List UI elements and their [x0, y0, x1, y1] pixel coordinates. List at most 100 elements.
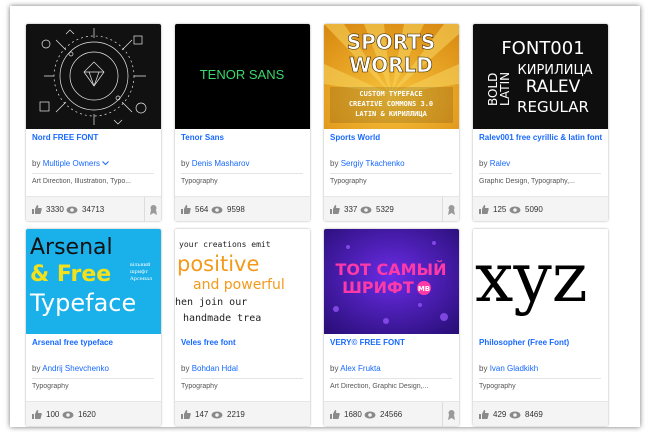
- thumbnail-text: BOLD: [486, 73, 500, 106]
- owner-link[interactable]: Denis Masharov: [192, 159, 250, 168]
- project-owner: by Ivan Gladkikh: [479, 364, 603, 373]
- thumbnail-text: hen join our: [175, 297, 247, 308]
- project-thumbnail[interactable]: Arsenal & Free вільний шрифт Арсенал Typ…: [26, 229, 161, 334]
- appreciations-count: 1680: [344, 410, 362, 419]
- owner-link[interactable]: Sergiy Tkachenko: [341, 159, 405, 168]
- project-fields: Art Direction, Graphic Design,...: [330, 383, 429, 390]
- thumbnail-text: Арсенал: [130, 276, 152, 282]
- owner-link[interactable]: Bohdan Hdal: [192, 364, 238, 373]
- thumbnail-text: handmade trea: [183, 313, 261, 324]
- featured-badge: [442, 402, 459, 426]
- project-card[interactable]: your creations emit positive and powerfu…: [175, 229, 310, 426]
- project-title[interactable]: Veles free font: [181, 338, 305, 348]
- thumbs-up-icon: [479, 205, 489, 214]
- project-stats: 429 8469: [473, 401, 608, 426]
- project-fields: Typography: [32, 383, 69, 390]
- project-owner: by Multiple Owners: [32, 159, 156, 168]
- project-thumbnail[interactable]: SPORTS WORLD CUSTOM TYPEFACE CREATIVE CO…: [324, 24, 459, 129]
- owner-link[interactable]: Multiple Owners: [43, 159, 100, 168]
- appreciations-stat: 429: [479, 410, 506, 419]
- divider: [32, 378, 154, 379]
- project-card[interactable]: TENOR SANS Tenor Sans by Denis Masharov …: [175, 24, 310, 221]
- thumbnail-text: SPORTS: [347, 30, 436, 54]
- project-card[interactable]: xyz Philosopher (Free Font) by Ivan Glad…: [473, 229, 608, 426]
- divider: [479, 378, 601, 379]
- views-stat: 5329: [360, 205, 394, 214]
- thumbs-up-icon: [181, 205, 191, 214]
- divider: [181, 173, 303, 174]
- views-stat: 1620: [62, 410, 96, 419]
- thumbnail-text: FONT001: [501, 38, 584, 59]
- by-label: by: [330, 364, 339, 373]
- thumbnail-text: МВ: [418, 285, 430, 293]
- appreciations-stat: 337: [330, 205, 357, 214]
- project-fields: Typography: [330, 178, 367, 185]
- project-stats: 564 9598: [175, 196, 310, 221]
- project-thumbnail[interactable]: xyz: [473, 229, 608, 334]
- thumbs-up-icon: [479, 410, 489, 419]
- eye-icon: [211, 411, 223, 418]
- project-title[interactable]: Nord FREE FONT: [32, 133, 156, 143]
- project-stats: 3330 34713: [26, 196, 161, 221]
- ribbon-icon: [149, 205, 157, 215]
- thumbnail-text: LATIN: [498, 72, 512, 106]
- project-card[interactable]: SPORTS WORLD CUSTOM TYPEFACE CREATIVE CO…: [324, 24, 459, 221]
- project-title[interactable]: Tenor Sans: [181, 133, 305, 143]
- divider: [330, 173, 452, 174]
- appreciations-stat: 147: [181, 410, 208, 419]
- appreciations-stat: 125: [479, 205, 506, 214]
- project-title[interactable]: Arsenal free typeface: [32, 338, 156, 348]
- project-owner: by Alex Frukta: [330, 364, 454, 373]
- thumbnail-art: TENOR SANS: [175, 24, 310, 129]
- project-title[interactable]: Philosopher (Free Font): [479, 338, 603, 348]
- thumbnail-text: Arsenal: [30, 235, 113, 260]
- project-card[interactable]: Nord FREE FONT by Multiple Owners Art Di…: [26, 24, 161, 221]
- appreciations-count: 100: [46, 410, 60, 419]
- by-label: by: [181, 364, 190, 373]
- owner-link[interactable]: Alex Frukta: [340, 364, 380, 373]
- appreciations-stat: 3330: [32, 205, 64, 214]
- thumbnail-text: your creations emit: [179, 240, 271, 249]
- thumbnail-text: positive: [177, 252, 259, 276]
- project-title[interactable]: VERY© FREE FONT: [330, 338, 454, 348]
- by-label: by: [181, 159, 190, 168]
- owner-link[interactable]: Andrij Shevchenko: [42, 364, 109, 373]
- thumbnail-text: LATIN & КИРИЛЛИЦА: [355, 110, 427, 118]
- thumbnail-art: xyz: [473, 229, 608, 334]
- owner-link[interactable]: Ivan Gladkikh: [490, 364, 538, 373]
- divider: [479, 173, 601, 174]
- project-stats: 125 5090: [473, 196, 608, 221]
- project-card[interactable]: FONT001 КИРИЛИЦА LATIN BOLD RALEV REGULA…: [473, 24, 608, 221]
- chevron-down-icon[interactable]: [102, 159, 110, 168]
- project-stats: 100 1620: [26, 401, 161, 426]
- views-count: 8469: [525, 410, 543, 419]
- ribbon-icon: [447, 205, 455, 215]
- project-thumbnail[interactable]: FONT001 КИРИЛИЦА LATIN BOLD RALEV REGULA…: [473, 24, 608, 129]
- thumbnail-text: вільний: [130, 262, 151, 268]
- views-stat: 8469: [509, 410, 543, 419]
- project-title[interactable]: Ralev001 free cyrillic & latin font: [479, 133, 603, 143]
- project-stats: 147 2219: [175, 401, 310, 426]
- thumbs-up-icon: [330, 410, 340, 419]
- thumbs-up-icon: [32, 205, 42, 214]
- project-card[interactable]: ТОТ САМЫЙ ШРИФТ МВ VERY© FREE FONT by Al…: [324, 229, 459, 426]
- eye-icon: [66, 206, 78, 213]
- project-title[interactable]: Sports World: [330, 133, 454, 143]
- project-thumbnail[interactable]: ТОТ САМЫЙ ШРИФТ МВ: [324, 229, 459, 334]
- project-stats: 337 5329: [324, 196, 459, 221]
- project-thumbnail[interactable]: [26, 24, 161, 129]
- project-fields: Typography: [479, 383, 516, 390]
- project-card[interactable]: Arsenal & Free вільний шрифт Арсенал Typ…: [26, 229, 161, 426]
- appreciations-stat: 564: [181, 205, 208, 214]
- thumbs-up-icon: [330, 205, 340, 214]
- thumbnail-text: Typeface: [29, 289, 136, 317]
- project-thumbnail[interactable]: TENOR SANS: [175, 24, 310, 129]
- gallery-frame: Nord FREE FONT by Multiple Owners Art Di…: [10, 6, 640, 427]
- project-thumbnail[interactable]: your creations emit positive and powerfu…: [175, 229, 310, 334]
- line-art-circle-illustration-icon: [26, 24, 161, 129]
- thumbnail-art: your creations emit positive and powerfu…: [175, 229, 310, 334]
- views-stat: 34713: [66, 205, 104, 214]
- by-label: by: [479, 364, 488, 373]
- views-count: 2219: [227, 410, 245, 419]
- owner-link[interactable]: Ralev: [490, 159, 510, 168]
